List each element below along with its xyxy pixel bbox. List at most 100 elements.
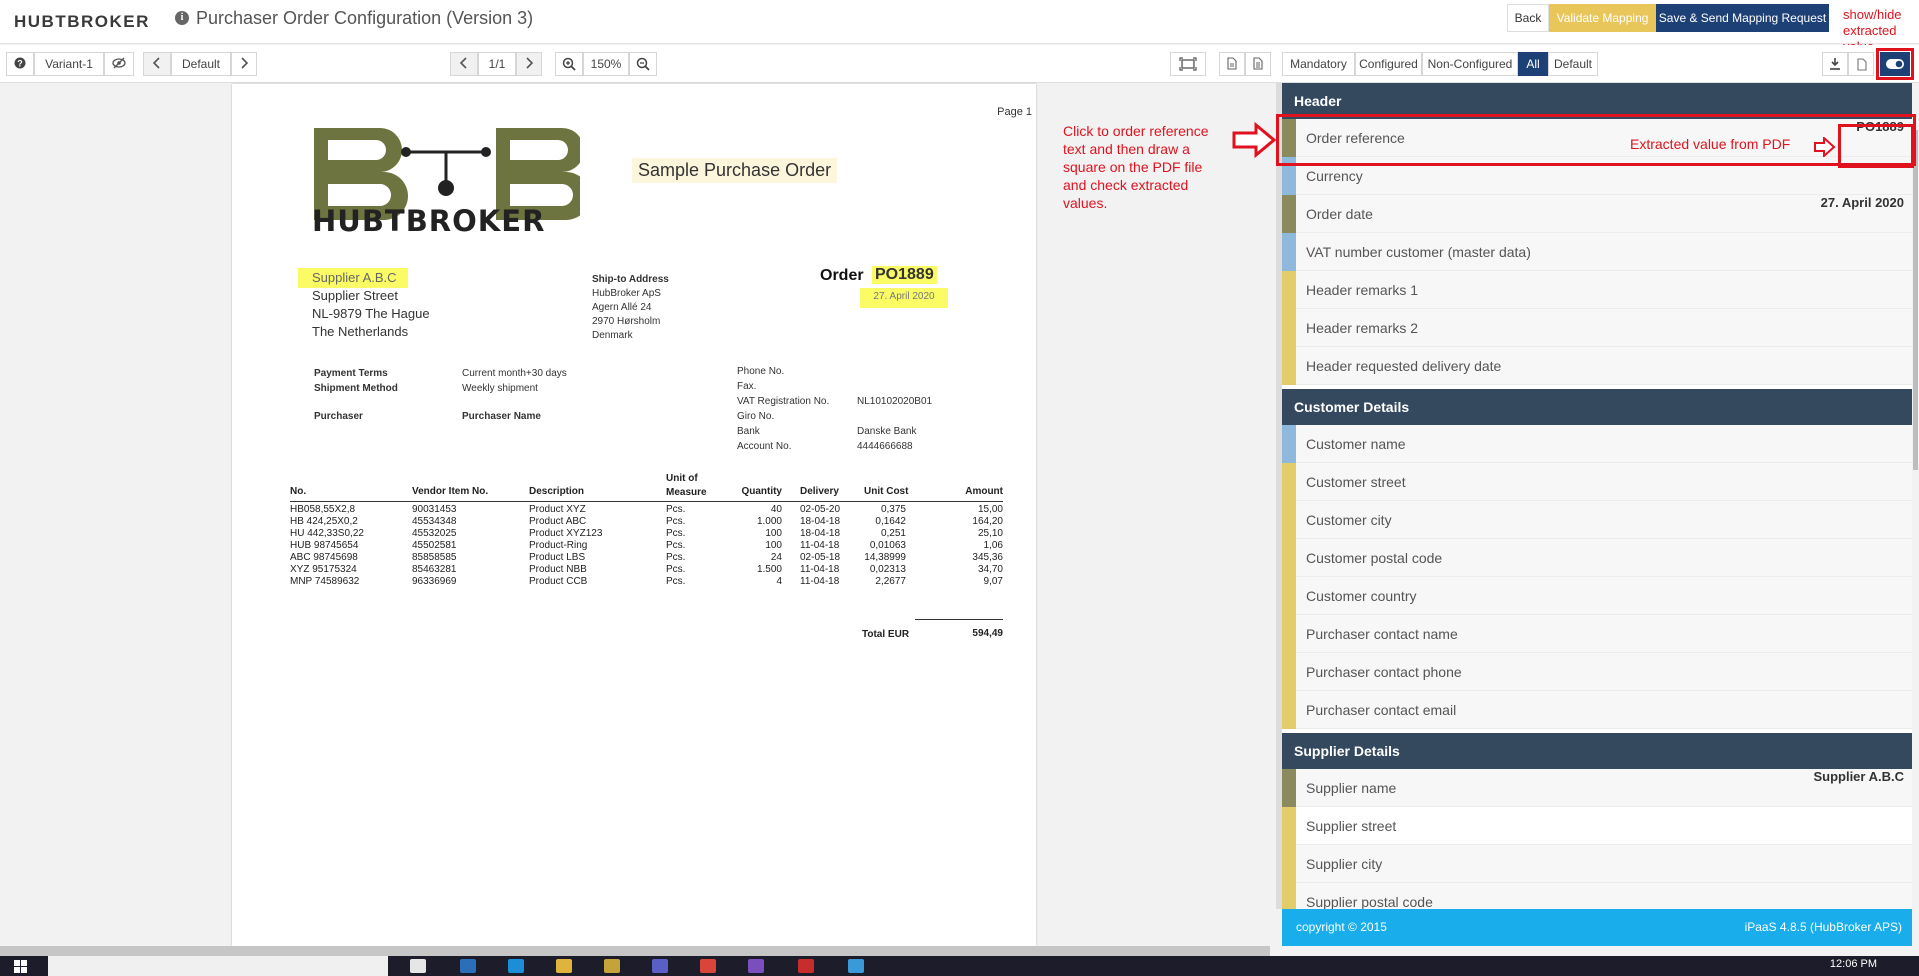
pdf-supplier-name[interactable]: Supplier A.B.C (298, 268, 408, 288)
field-status-bar (1282, 577, 1296, 615)
field-row-customer-city[interactable]: Customer city (1282, 501, 1912, 539)
taskbar-app-icon[interactable] (604, 959, 620, 973)
filter-mandatory[interactable]: Mandatory (1282, 52, 1355, 76)
app-logo[interactable]: HUBTBROKER (14, 12, 150, 32)
field-row-purchaser-contact-email[interactable]: Purchaser contact email (1282, 691, 1912, 729)
pdf-table-cell: Product NBB (529, 564, 587, 575)
field-row-header-remarks-1[interactable]: Header remarks 1 (1282, 271, 1912, 309)
teams-icon[interactable] (652, 959, 668, 973)
fit-page-icon[interactable] (1170, 52, 1206, 76)
pdf-table-cell: XYZ 95175324 (290, 564, 357, 575)
pdf-table-cell: 1.500 (756, 564, 782, 575)
windows-start-icon[interactable] (14, 960, 28, 973)
field-row-purchaser-contact-name[interactable]: Purchaser contact name (1282, 615, 1912, 653)
pdf-table-cell: 25,10 (977, 528, 1003, 539)
prev-layout-icon[interactable] (143, 52, 171, 76)
pdf-order-number[interactable]: PO1889 (872, 266, 937, 284)
variant-select[interactable]: Variant-1 (34, 52, 104, 76)
taskbar-app-icon[interactable] (848, 959, 864, 973)
field-label: Customer street (1306, 474, 1406, 490)
pdf-contact-label: Giro No. (737, 411, 775, 422)
help-icon[interactable]: ? (6, 52, 34, 76)
field-row-customer-postal-code[interactable]: Customer postal code (1282, 539, 1912, 577)
pdf-table-cell: Product XYZ123 (529, 528, 603, 539)
pdf-order-date[interactable]: 27. April 2020 (860, 288, 948, 308)
field-row-customer-street[interactable]: Customer street (1282, 463, 1912, 501)
taskbar-search-box[interactable] (48, 956, 388, 976)
browser-icon[interactable] (700, 959, 716, 973)
pdf-table-cell: MNP 74589632 (290, 576, 360, 587)
filter-default[interactable]: Default (1548, 52, 1598, 76)
panel-scroll-thumb[interactable] (1913, 130, 1918, 470)
download-icon[interactable] (1822, 52, 1848, 76)
horizontal-scrollbar[interactable] (0, 946, 1270, 956)
document-list-icon[interactable] (1245, 52, 1271, 76)
arrow-right-small-icon (1814, 137, 1836, 157)
pdf-page[interactable]: Page 1 HUBTBROKER Sample Purchase Order … (232, 84, 1036, 946)
taskbar-app-icon[interactable] (508, 959, 524, 973)
zoom-out-icon[interactable] (629, 52, 657, 76)
pdf-payment-terms-label: Payment Terms (314, 368, 388, 379)
field-row-header-requested-delivery-date[interactable]: Header requested delivery date (1282, 347, 1912, 385)
filter-all[interactable]: All (1518, 52, 1548, 76)
pdf-contact-value: 4444666688 (857, 441, 913, 452)
filter-non-configured[interactable]: Non-Configured (1422, 52, 1518, 76)
zoom-in-icon[interactable] (555, 52, 583, 76)
field-row-customer-country[interactable]: Customer country (1282, 577, 1912, 615)
prev-page-icon[interactable] (450, 52, 478, 76)
pdf-table-cell: 100 (765, 528, 782, 539)
pdf-table-cell: ABC 98745698 (290, 552, 358, 563)
field-row-order-date[interactable]: Order date 27. April 2020 (1282, 195, 1912, 233)
pdf-table-cell: Pcs. (666, 576, 686, 587)
filter-configured[interactable]: Configured (1355, 52, 1422, 76)
taskbar-app-icon[interactable] (460, 959, 476, 973)
pdf-total-value: 594,49 (972, 628, 1003, 639)
field-label: Customer name (1306, 436, 1406, 452)
pdf-supplier-city: NL-9879 The Hague (312, 306, 430, 321)
pdf-table-cell: 96336969 (412, 576, 457, 587)
taskbar-app-icon[interactable] (410, 959, 426, 973)
info-icon[interactable]: i (175, 11, 189, 25)
field-row-customer-name[interactable]: Customer name (1282, 425, 1912, 463)
highlight-toggle-box (1876, 48, 1914, 80)
field-label: Purchaser contact name (1306, 626, 1458, 642)
pdf-table-cell: 100 (765, 540, 782, 551)
pdf-table-cell: 85858585 (412, 552, 457, 563)
field-row-supplier-street[interactable]: Supplier street (1282, 807, 1912, 845)
footer-version: iPaaS 4.8.5 (HubBroker APS) (1744, 920, 1902, 934)
layout-select[interactable]: Default (171, 52, 231, 76)
field-status-bar (1282, 271, 1296, 309)
pdf-viewer[interactable]: Page 1 HUBTBROKER Sample Purchase Order … (0, 84, 1270, 946)
field-row-header-remarks-2[interactable]: Header remarks 2 (1282, 309, 1912, 347)
back-button[interactable]: Back (1507, 4, 1549, 32)
field-row-vat-number-customer-master-data[interactable]: VAT number customer (master data) (1282, 233, 1912, 271)
validate-mapping-button[interactable]: Validate Mapping (1549, 4, 1656, 32)
field-row-supplier-postal-code[interactable]: Supplier postal code (1282, 883, 1912, 909)
next-page-icon[interactable] (516, 52, 542, 76)
folder-icon[interactable] (556, 959, 572, 973)
field-row-supplier-city[interactable]: Supplier city (1282, 845, 1912, 883)
pdf-table-cell: 14,38999 (864, 552, 906, 563)
pdf-supplier-street: Supplier Street (312, 288, 398, 303)
document-icon[interactable] (1219, 52, 1245, 76)
field-label: Purchaser contact email (1306, 702, 1457, 718)
pdf-table-cell: 2,2677 (875, 576, 906, 587)
hide-icon[interactable] (104, 52, 134, 76)
pdf-table-cell: 1.000 (756, 516, 782, 527)
field-status-bar (1282, 539, 1296, 577)
pdf-table-cell: 0,01063 (869, 540, 906, 551)
pdf-table-cell: 34,70 (977, 564, 1003, 575)
field-row-supplier-name[interactable]: Supplier name Supplier A.B.C (1282, 769, 1912, 807)
pdf-reader-icon[interactable] (798, 959, 814, 973)
pdf-table-cell: 0,251 (880, 528, 906, 539)
zoom-level[interactable]: 150% (583, 52, 629, 76)
field-row-purchaser-contact-phone[interactable]: Purchaser contact phone (1282, 653, 1912, 691)
pdf-total-label: Total EUR (862, 629, 910, 640)
pdf-table-cell: Pcs. (666, 564, 686, 575)
field-label: Header remarks 1 (1306, 282, 1419, 298)
visual-studio-icon[interactable] (748, 959, 764, 973)
save-send-mapping-button[interactable]: Save & Send Mapping Request (1656, 4, 1829, 32)
file-icon[interactable] (1848, 52, 1874, 76)
next-layout-icon[interactable] (231, 52, 257, 76)
footer: copyright © 2015 iPaaS 4.8.5 (HubBroker … (1282, 909, 1912, 946)
